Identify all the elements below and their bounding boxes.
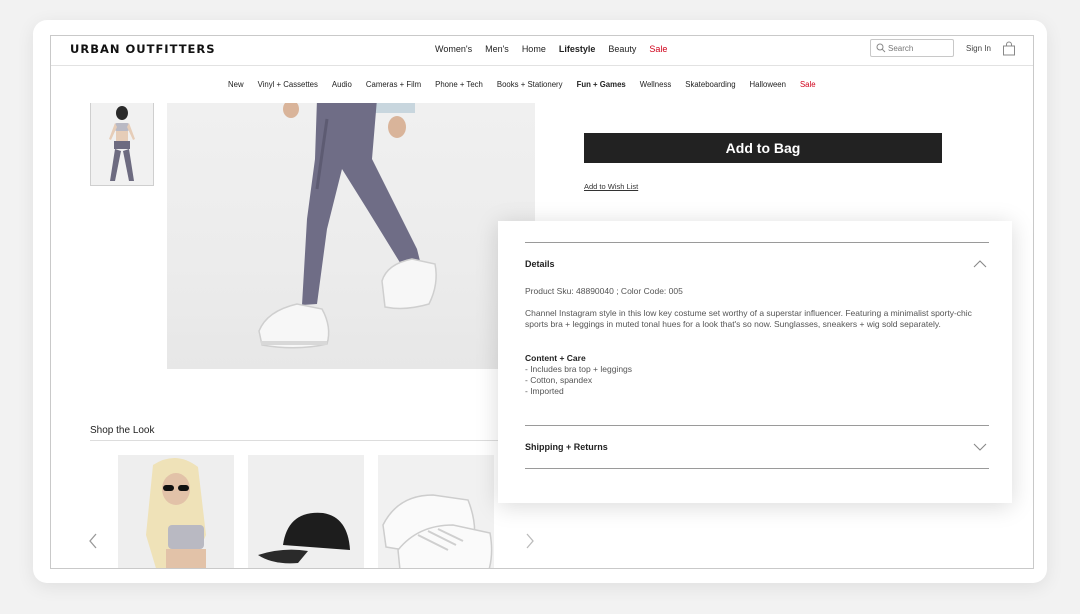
site-logo[interactable]: URBAN OUTFITTERS bbox=[70, 42, 216, 56]
thumbnail-image bbox=[91, 103, 153, 185]
subnav-item-fun-games[interactable]: Fun + Games bbox=[577, 80, 626, 89]
subnav-item-vinyl[interactable]: Vinyl + Cassettes bbox=[258, 80, 318, 89]
subnav-item-phone[interactable]: Phone + Tech bbox=[435, 80, 483, 89]
care-item: - Includes bra top + leggings bbox=[525, 364, 633, 374]
shipping-returns-heading[interactable]: Shipping + Returns bbox=[525, 442, 608, 452]
care-item: - Cotton, spandex bbox=[525, 375, 593, 385]
shop-the-look-title: Shop the Look bbox=[90, 425, 155, 436]
sign-in-link[interactable]: Sign In bbox=[966, 44, 991, 53]
product-sku: Product Sku: 48890040 ; Color Code: 005 bbox=[525, 286, 683, 296]
nav-item-beauty[interactable]: Beauty bbox=[608, 44, 636, 54]
subnav-item-wellness[interactable]: Wellness bbox=[640, 80, 672, 89]
main-nav: Women's Men's Home Lifestyle Beauty Sale bbox=[435, 44, 667, 54]
add-to-wish-list-link[interactable]: Add to Wish List bbox=[584, 182, 638, 191]
shop-the-look-divider bbox=[90, 440, 510, 441]
look-item-wig[interactable] bbox=[118, 455, 234, 568]
look-wig-image bbox=[118, 455, 234, 568]
care-item: - Imported bbox=[525, 386, 564, 396]
details-heading[interactable]: Details bbox=[525, 259, 555, 269]
hero-illustration bbox=[258, 99, 437, 349]
look-item-sneakers[interactable] bbox=[378, 455, 494, 568]
content-care-list: - Includes bra top + leggings - Cotton, … bbox=[525, 364, 632, 397]
carousel-prev-icon[interactable] bbox=[88, 533, 98, 549]
details-panel: Details Product Sku: 48890040 ; Color Co… bbox=[498, 221, 1012, 503]
subnav-item-books[interactable]: Books + Stationery bbox=[497, 80, 563, 89]
product-description: Channel Instagram style in this low key … bbox=[525, 308, 972, 329]
subnav-item-cameras[interactable]: Cameras + Film bbox=[366, 80, 421, 89]
nav-item-womens[interactable]: Women's bbox=[435, 44, 472, 54]
shipping-top-divider bbox=[525, 425, 989, 426]
content-care-heading: Content + Care bbox=[525, 353, 586, 363]
nav-item-home[interactable]: Home bbox=[522, 44, 546, 54]
details-top-divider bbox=[525, 242, 989, 243]
look-sneakers-image bbox=[378, 455, 494, 568]
nav-item-sale[interactable]: Sale bbox=[649, 44, 667, 54]
chevron-up-icon[interactable] bbox=[973, 260, 987, 268]
site-header: URBAN OUTFITTERS Women's Men's Home Life… bbox=[51, 36, 1033, 66]
subnav-item-audio[interactable]: Audio bbox=[332, 80, 352, 89]
look-cap-image bbox=[248, 455, 364, 568]
nav-item-lifestyle[interactable]: Lifestyle bbox=[559, 44, 596, 54]
shopping-bag-icon[interactable] bbox=[1002, 41, 1016, 56]
subnav-item-sale[interactable]: Sale bbox=[800, 80, 816, 89]
subnav-item-halloween[interactable]: Halloween bbox=[750, 80, 786, 89]
search-input[interactable]: Search bbox=[870, 39, 954, 57]
search-placeholder: Search bbox=[888, 44, 914, 53]
subnav-item-skateboarding[interactable]: Skateboarding bbox=[685, 80, 735, 89]
nav-item-mens[interactable]: Men's bbox=[485, 44, 509, 54]
product-thumbnail[interactable] bbox=[90, 102, 154, 186]
add-to-bag-button[interactable]: Add to Bag bbox=[584, 133, 942, 163]
carousel-next-icon[interactable] bbox=[525, 533, 535, 549]
subnav-item-new[interactable]: New bbox=[228, 80, 244, 89]
category-subnav: New Vinyl + Cassettes Audio Cameras + Fi… bbox=[51, 66, 1033, 103]
chevron-down-icon[interactable] bbox=[973, 443, 987, 451]
look-item-cap[interactable] bbox=[248, 455, 364, 568]
search-icon bbox=[876, 43, 886, 53]
product-hero-image bbox=[167, 99, 535, 369]
shipping-bottom-divider bbox=[525, 468, 989, 469]
